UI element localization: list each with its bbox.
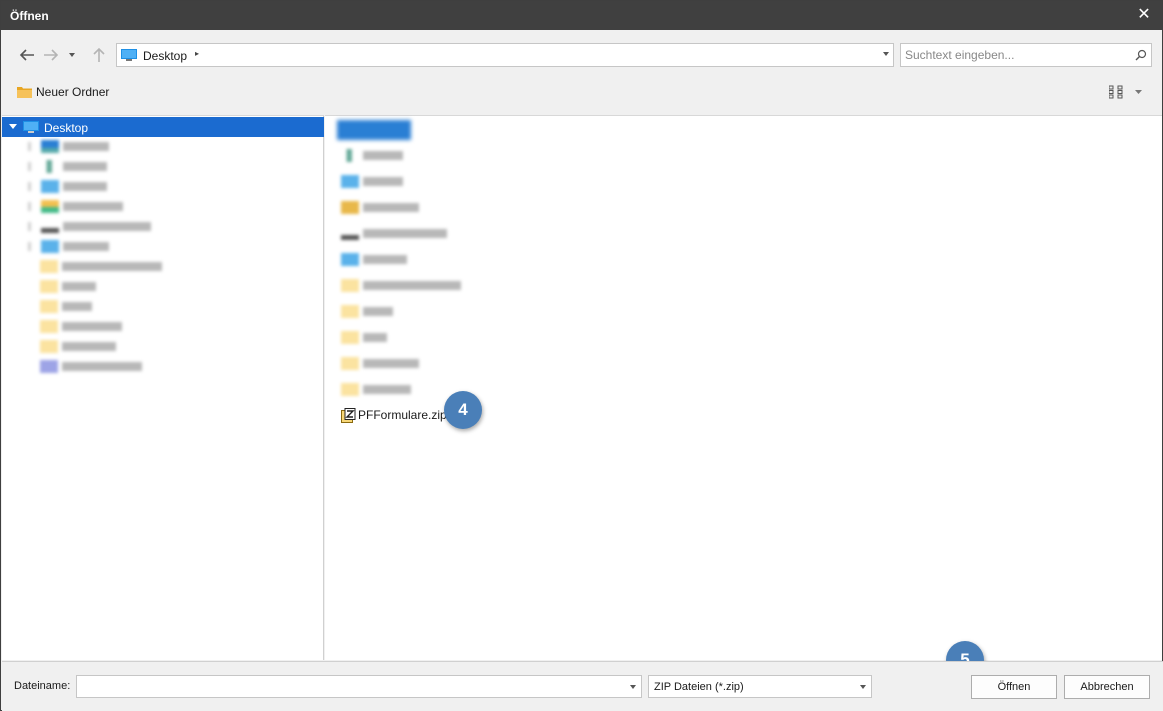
new-folder-label: Neuer Ordner	[36, 85, 110, 99]
list-item-blurred[interactable]	[341, 356, 419, 370]
list-item-pfformulare-zip[interactable]: PFFormulare.zip	[341, 406, 447, 424]
filename-label: Dateiname:	[14, 680, 71, 692]
dialog-title: Öffnen	[10, 9, 49, 23]
list-item-blurred[interactable]	[341, 252, 407, 266]
new-folder-button[interactable]: Neuer Ordner	[17, 83, 109, 101]
list-item-blurred[interactable]	[341, 174, 403, 188]
chevron-down-icon[interactable]	[630, 685, 636, 689]
list-item-blurred[interactable]	[337, 120, 411, 140]
zip-icon	[341, 407, 356, 423]
address-dropdown-icon[interactable]	[883, 52, 889, 56]
tree-item-blurred[interactable]	[40, 259, 162, 273]
collapse-icon[interactable]	[9, 124, 17, 129]
list-item-blurred[interactable]	[341, 148, 403, 162]
tree-item-blurred[interactable]	[28, 159, 107, 173]
tree-item-blurred[interactable]	[28, 139, 109, 153]
chevron-down-icon[interactable]	[1135, 89, 1142, 95]
tree-item-blurred[interactable]	[28, 239, 109, 253]
address-bar[interactable]: Desktop ▸	[116, 43, 894, 67]
open-button[interactable]: Öffnen	[971, 675, 1057, 699]
address-location[interactable]: Desktop	[143, 49, 187, 63]
view-details-icon	[1109, 85, 1123, 99]
search-icon[interactable]	[1135, 49, 1147, 61]
tree-item-blurred[interactable]	[28, 219, 151, 233]
list-item-blurred[interactable]	[341, 278, 461, 292]
tree-item-blurred[interactable]	[40, 359, 142, 373]
open-file-dialog: Öffnen ✕ Desktop ▸ Suchtext eingeben... …	[0, 0, 1163, 711]
desktop-icon	[23, 121, 39, 133]
arrow-left-icon[interactable]	[17, 45, 37, 65]
annotation-badge-4: 4	[444, 391, 482, 429]
list-item-blurred[interactable]	[341, 330, 387, 344]
file-type-select[interactable]: ZIP Dateien (*.zip)	[648, 675, 872, 698]
search-input[interactable]	[905, 47, 1127, 63]
close-icon[interactable]: ✕	[1134, 5, 1154, 25]
dialog-footer: Dateiname: ZIP Dateien (*.zip) Öffnen Ab…	[2, 661, 1163, 711]
tree-item-blurred[interactable]	[40, 339, 116, 353]
tree-item-blurred[interactable]	[40, 319, 122, 333]
tree-item-blurred[interactable]	[28, 199, 123, 213]
view-options-button[interactable]	[1109, 83, 1149, 101]
folder-icon	[17, 87, 32, 98]
desktop-icon	[121, 49, 137, 61]
list-item-blurred[interactable]	[341, 304, 393, 318]
list-item-blurred[interactable]	[341, 382, 411, 396]
tree-item-blurred[interactable]	[40, 299, 92, 313]
cancel-button[interactable]: Abbrechen	[1064, 675, 1150, 699]
tree-item-blurred[interactable]	[40, 279, 96, 293]
chevron-down-icon[interactable]	[860, 685, 866, 689]
list-item-blurred[interactable]	[341, 200, 419, 214]
file-list[interactable]: PFFormulare.zip	[325, 115, 1162, 660]
title-bar: Öffnen ✕	[1, 1, 1162, 30]
list-item-blurred[interactable]	[341, 226, 447, 240]
navigation-tree[interactable]: Desktop	[2, 115, 324, 660]
file-name: PFFormulare.zip	[358, 408, 447, 422]
filename-input[interactable]	[76, 675, 642, 698]
search-box[interactable]	[900, 43, 1152, 67]
arrow-right-icon[interactable]	[41, 45, 61, 65]
file-type-value: ZIP Dateien (*.zip)	[654, 681, 744, 693]
tree-item-desktop[interactable]: Desktop	[2, 117, 324, 137]
tree-item-label: Desktop	[44, 121, 89, 135]
chevron-down-icon[interactable]	[65, 45, 79, 65]
arrow-up-icon[interactable]	[89, 45, 109, 65]
breadcrumb-chevron-icon[interactable]: ▸	[195, 49, 199, 58]
tree-item-blurred[interactable]	[28, 179, 107, 193]
